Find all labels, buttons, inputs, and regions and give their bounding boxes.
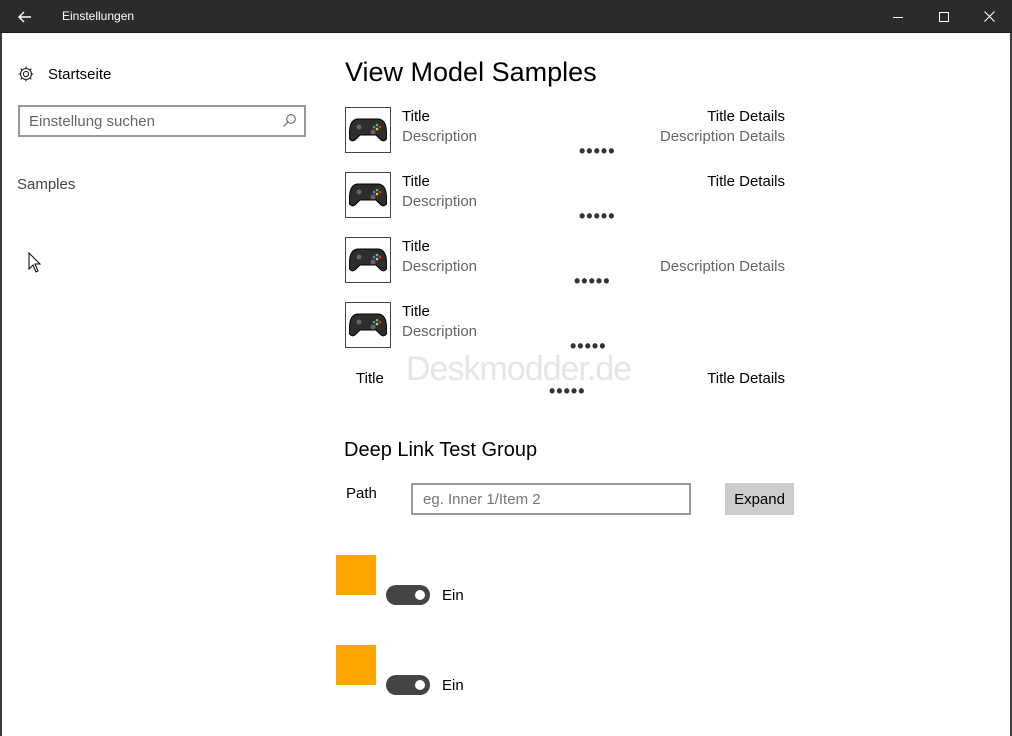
item-thumbnail [345, 172, 391, 218]
minimize-button[interactable] [875, 0, 921, 33]
toggle-switch[interactable] [386, 675, 430, 695]
item-description: Description [402, 323, 478, 340]
maximize-button[interactable] [921, 0, 967, 33]
item-description: Description [402, 258, 478, 275]
list-item[interactable]: Title Description [345, 302, 785, 350]
section-title-deep-link: Deep Link Test Group [344, 439, 538, 461]
item-thumbnail [345, 302, 391, 348]
window-border-left [0, 33, 2, 736]
item-title: Title [402, 173, 430, 190]
item-dots: ••••• [574, 271, 611, 291]
item-description: Description [402, 128, 478, 145]
item-dots: ••••• [579, 141, 616, 161]
mouse-cursor-icon [28, 252, 42, 273]
list-item[interactable]: Title Description Title Details [345, 172, 785, 220]
toggle-label: Ein [442, 587, 464, 604]
color-swatch [336, 645, 376, 685]
item-title-details: Title Details [707, 108, 785, 125]
toggle-label: Ein [442, 677, 464, 694]
maximize-icon [939, 11, 949, 22]
minimize-icon [893, 16, 903, 18]
item-title-details: Title Details [707, 370, 785, 387]
item-thumbnail [345, 107, 391, 153]
item-dots: ••••• [579, 206, 616, 226]
window-title: Einstellungen [62, 9, 135, 23]
item-description-details: Description Details [659, 128, 785, 145]
close-icon [983, 11, 995, 22]
path-label: Path [346, 485, 377, 502]
search-box[interactable] [18, 105, 306, 137]
item-thumbnail [345, 237, 391, 283]
gamepad-icon [349, 248, 387, 272]
toggle-switch[interactable] [386, 585, 430, 605]
gamepad-icon [349, 313, 387, 337]
sidebar-item-samples[interactable]: Samples [17, 176, 75, 193]
item-description-details: Description Details [659, 258, 785, 275]
gamepad-icon [349, 118, 387, 142]
item-dots: ••••• [549, 381, 586, 401]
home-label: Startseite [48, 65, 112, 83]
item-title-details: Title Details [707, 173, 785, 190]
item-title: Title [402, 303, 430, 320]
title-bar: Einstellungen [0, 0, 1012, 33]
item-description: Description [402, 193, 478, 210]
list-item[interactable]: Title Description Description Details [345, 237, 785, 285]
color-swatch [336, 555, 376, 595]
search-icon[interactable] [282, 113, 297, 128]
close-button[interactable] [966, 0, 1012, 33]
gamepad-icon [349, 183, 387, 207]
list-item[interactable]: Title Description Title Details Descript… [345, 107, 785, 155]
toggle-knob [415, 680, 425, 690]
item-title: Title [402, 238, 430, 255]
home-link[interactable]: Startseite [17, 63, 111, 85]
item-title: Title [356, 370, 384, 387]
expand-button[interactable]: Expand [725, 483, 794, 515]
back-button[interactable] [0, 0, 50, 33]
search-input[interactable] [29, 111, 269, 131]
arrow-left-icon [18, 11, 31, 22]
toggle-knob [415, 590, 425, 600]
item-title: Title [402, 108, 430, 125]
page-title: View Model Samples [345, 57, 597, 87]
gear-icon [18, 66, 34, 82]
path-input[interactable] [411, 483, 691, 515]
